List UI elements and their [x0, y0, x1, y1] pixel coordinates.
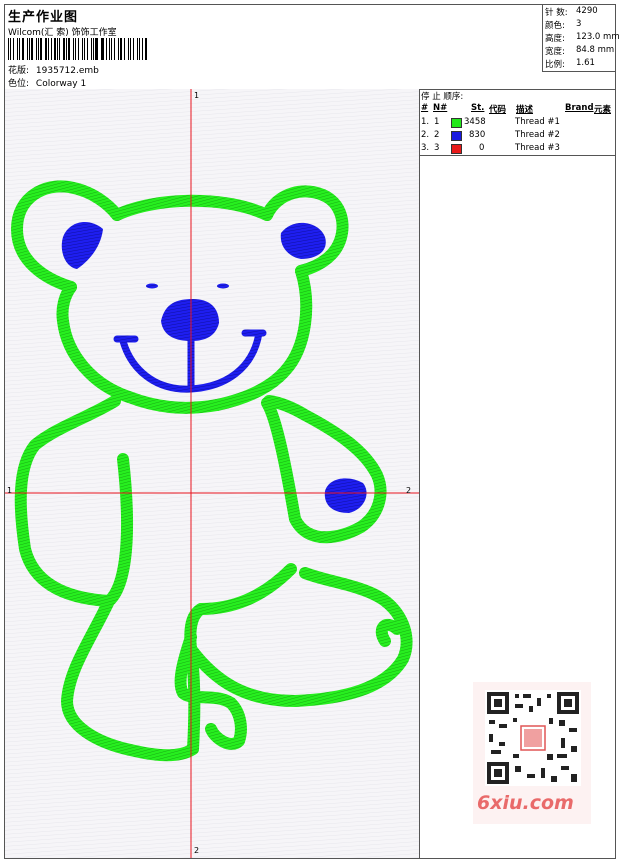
design-file-label: 花版:	[8, 66, 30, 76]
col-header-code: 代码	[489, 105, 507, 115]
page-title: 生产作业图	[8, 10, 79, 25]
bear-embroidery-drawing	[5, 89, 419, 858]
thread-color-swatch	[451, 131, 462, 141]
thread-color-swatch	[451, 118, 462, 128]
colorway-row: 色位: Colorway 1	[8, 76, 86, 89]
bear-mouth	[113, 329, 267, 393]
colorway-label: 色位:	[8, 79, 30, 89]
col-header-num: #	[421, 103, 429, 113]
bear-outline-green	[11, 180, 413, 762]
design-stats-box: 针 数: 4290 颜色: 3 高度: 123.0 mm 宽度: 84.8 mm 比例:…	[542, 5, 620, 72]
guide-label-top: 1	[194, 91, 200, 100]
design-file-row: 花版: 1935712.emb	[8, 63, 99, 76]
watermark-text: 6xiu.com	[477, 792, 574, 814]
qr-code-icon	[485, 690, 581, 786]
col-header-brand: Brand	[565, 103, 594, 113]
worksheet-header: 生产作业图 Wilcom(汇 索) 饰饰工作室 花版: 1935712.emb …	[5, 5, 620, 90]
barcode	[8, 38, 148, 60]
watermark-qr: 6xiu.com	[473, 682, 591, 824]
stat-height: 高度: 123.0 mm	[545, 32, 620, 44]
thread-color-swatch	[451, 144, 462, 154]
stat-colors: 颜色: 3	[545, 19, 582, 31]
embroidery-design-area: 1 1 2 2	[5, 89, 420, 858]
guide-label-left: 1	[7, 486, 13, 495]
stop-row: 2. 2 830 Thread #2	[421, 130, 560, 141]
stat-stitches: 针 数: 4290	[545, 6, 598, 18]
stat-scale: 比例: 1.61	[545, 58, 595, 70]
col-header-description: 描述	[516, 105, 534, 115]
guide-label-bottom: 2	[194, 846, 200, 855]
production-worksheet: 生产作业图 Wilcom(汇 索) 饰饰工作室 花版: 1935712.emb …	[4, 4, 620, 859]
guide-label-right: 2	[406, 486, 412, 495]
colorway-value: Colorway 1	[35, 79, 87, 89]
stop-row: 1. 1 3458 Thread #1	[421, 117, 560, 128]
col-header-element: 元素	[594, 105, 612, 115]
company-name: Wilcom(汇 索) 饰饰工作室	[8, 28, 117, 38]
col-header-stitches: St.	[471, 103, 485, 113]
stop-row: 3. 3 0 Thread #3	[421, 143, 560, 154]
stop-sequence-title: 停 止 顺序:	[421, 92, 464, 102]
design-file-value: 1935712.emb	[35, 66, 99, 76]
col-header-n: N#	[433, 103, 448, 113]
stat-width: 宽度: 84.8 mm	[545, 45, 615, 57]
stop-sequence-table: 停 止 顺序: # N# St. 代码 描述 Brand 元素 1. 1 345…	[419, 89, 615, 156]
